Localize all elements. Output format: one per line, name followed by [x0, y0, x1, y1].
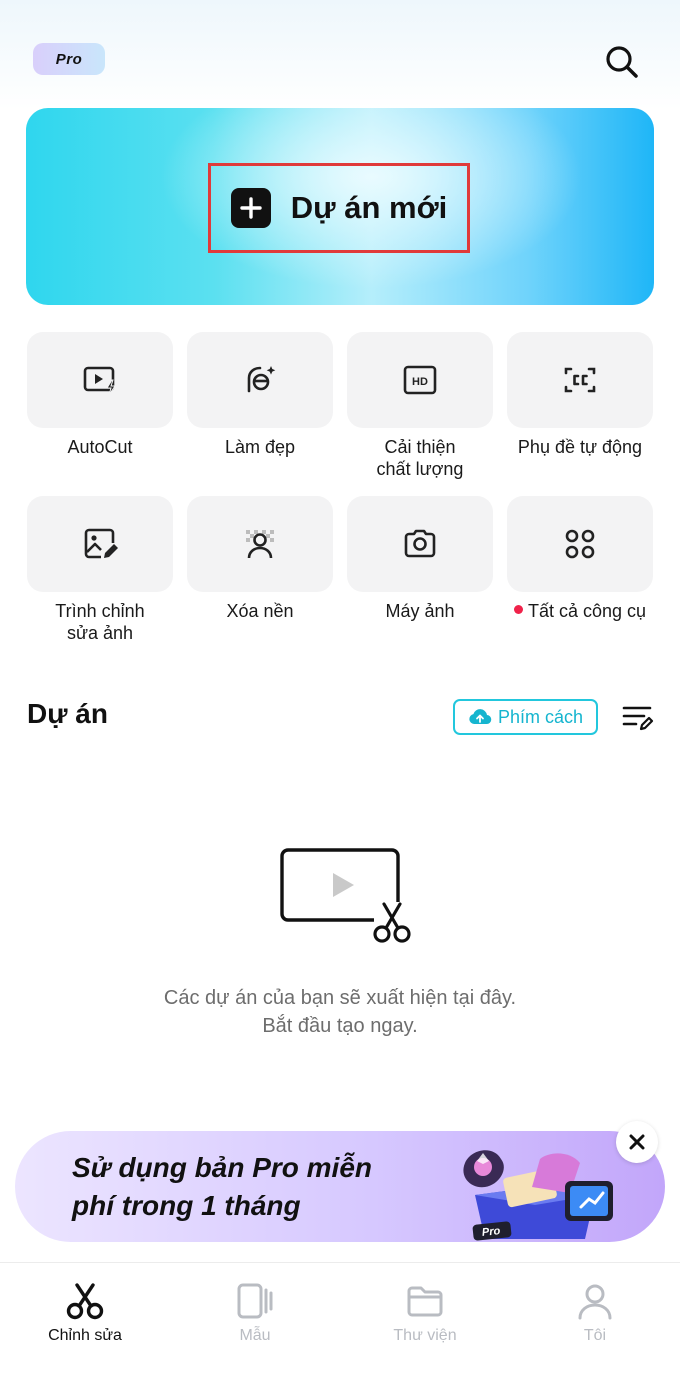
tool-camera[interactable]: Máy ảnh — [347, 496, 493, 622]
tab-label: Mẫu — [239, 1327, 271, 1344]
promo-text: Sử dụng bản Pro miễn phí trong 1 tháng — [72, 1149, 432, 1225]
tab-label: Chỉnh sửa — [48, 1327, 122, 1344]
tool-autocut[interactable]: AutoCut — [27, 332, 173, 458]
tool-photo-editor[interactable]: Trình chỉnh sửa ảnh — [27, 496, 173, 644]
autocut-icon — [83, 366, 116, 396]
projects-title: Dự án — [27, 698, 108, 729]
tool-label-line: sửa ảnh — [66, 623, 134, 643]
top-bar: Pro — [0, 0, 680, 100]
new-project-label: Dự án mới — [290, 190, 448, 225]
tool-auto-captions[interactable]: Phụ đề tự động — [507, 332, 653, 458]
tool-tile[interactable] — [27, 332, 173, 428]
plus-icon — [230, 188, 271, 228]
new-project-banner[interactable]: Dự án mới — [26, 108, 654, 305]
tool-label: Trình chỉnh sửa ảnh — [27, 600, 173, 644]
empty-line-2: Bắt đầu tạo ngay. — [262, 1015, 418, 1037]
tab-label: Thư viện — [393, 1327, 457, 1344]
tool-label: Tất cả công cụ — [507, 600, 653, 622]
photo-edit-icon — [84, 528, 118, 559]
scissors-icon — [66, 1283, 104, 1320]
remove-bg-icon — [246, 530, 274, 559]
close-promo-button[interactable] — [616, 1121, 658, 1163]
tool-label-text: Tất cả công cụ — [527, 601, 647, 621]
tab-edit[interactable]: Chỉnh sửa — [0, 1281, 170, 1345]
empty-projects-message: Các dự án của bạn sẽ xuất hiện tại đây. … — [0, 984, 680, 1040]
beauty-icon — [247, 366, 276, 393]
bottom-tab-bar: Chỉnh sửa Mẫu Thư viện Tôi — [0, 1262, 680, 1383]
tool-enhance-quality[interactable]: HD Cải thiện chất lượng — [347, 332, 493, 480]
tool-label: AutoCut — [67, 437, 133, 457]
tool-label: Cải thiện chất lượng — [347, 436, 493, 480]
tool-beauty[interactable]: Làm đẹp — [187, 332, 333, 458]
tab-templates[interactable]: Mẫu — [170, 1281, 340, 1345]
folder-icon — [407, 1286, 443, 1317]
all-tools-icon — [565, 529, 595, 559]
tool-tile[interactable] — [507, 496, 653, 592]
tool-remove-background[interactable]: Xóa nền — [187, 496, 333, 622]
manage-list-icon[interactable] — [622, 702, 654, 732]
camera-icon — [404, 529, 436, 558]
tool-all-tools[interactable]: Tất cả công cụ — [507, 496, 653, 622]
captions-icon — [564, 367, 596, 393]
tool-label: Làm đẹp — [224, 437, 296, 457]
promo-line-2: phí trong 1 tháng — [72, 1190, 301, 1221]
hd-icon: HD — [403, 365, 437, 395]
tool-label-line: Trình chỉnh — [55, 601, 145, 621]
cloud-upload-icon — [469, 709, 492, 725]
promo-line-1: Sử dụng bản Pro miễn — [72, 1152, 373, 1183]
pro-badge[interactable]: Pro — [33, 43, 105, 75]
cloud-button-label: Phím cách — [497, 706, 584, 727]
tool-label: Máy ảnh — [385, 601, 455, 621]
tool-tile[interactable] — [27, 496, 173, 592]
notification-dot — [513, 605, 523, 614]
user-icon — [578, 1284, 612, 1320]
tab-library[interactable]: Thư viện — [340, 1281, 510, 1345]
tool-tile[interactable] — [187, 332, 333, 428]
new-project-button[interactable]: Dự án mới — [208, 163, 470, 253]
svg-text:HD: HD — [412, 376, 428, 388]
cloud-button[interactable]: Phím cách — [453, 699, 598, 735]
tab-me[interactable]: Tôi — [510, 1281, 680, 1345]
templates-icon — [237, 1283, 273, 1319]
tool-tile[interactable] — [507, 332, 653, 428]
empty-projects-icon — [280, 848, 411, 943]
pro-gift-illustration: Pro — [463, 1150, 613, 1241]
close-icon — [629, 1134, 645, 1150]
empty-line-1: Các dự án của bạn sẽ xuất hiện tại đây. — [163, 987, 517, 1009]
tab-label: Tôi — [583, 1327, 607, 1344]
tool-label-line: Cải thiện — [384, 437, 456, 457]
tool-label: Phụ đề tự động — [517, 437, 643, 457]
search-icon[interactable] — [601, 41, 641, 81]
tool-tile[interactable]: HD — [347, 332, 493, 428]
tool-tile[interactable] — [187, 496, 333, 592]
tool-label: Xóa nền — [226, 601, 294, 621]
tool-label-line: chất lượng — [376, 459, 464, 479]
art-pro-badge: Pro — [481, 1225, 501, 1239]
tool-tile[interactable] — [347, 496, 493, 592]
pro-promo-banner[interactable]: Sử dụng bản Pro miễn phí trong 1 tháng P… — [15, 1131, 665, 1242]
